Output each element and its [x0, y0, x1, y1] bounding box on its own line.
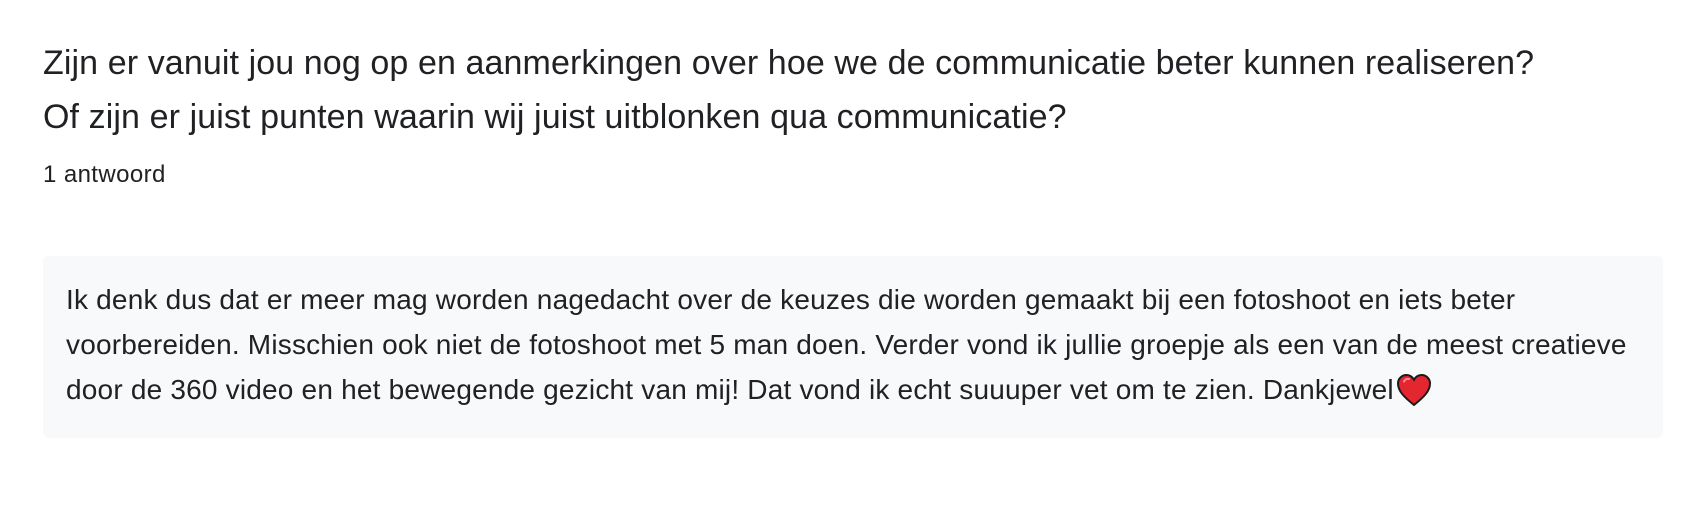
question-title: Zijn er vanuit jou nog op en aanmerkinge…	[43, 36, 1662, 144]
question-title-line-1: Zijn er vanuit jou nog op en aanmerkinge…	[43, 44, 1535, 82]
heart-icon	[1396, 373, 1432, 407]
response-list: Ik denk dus dat er meer mag worden naged…	[43, 256, 1663, 438]
question-title-line-2: Of zijn er juist punten waarin wij juist…	[43, 98, 1067, 136]
response-text-content: Ik denk dus dat er meer mag worden naged…	[66, 284, 1627, 405]
response-text: Ik denk dus dat er meer mag worden naged…	[66, 277, 1637, 412]
answer-count: 1 antwoord	[43, 161, 166, 188]
question-card: Zijn er vanuit jou nog op en aanmerkinge…	[0, 0, 1705, 531]
response-item: Ik denk dus dat er meer mag worden naged…	[43, 256, 1663, 438]
